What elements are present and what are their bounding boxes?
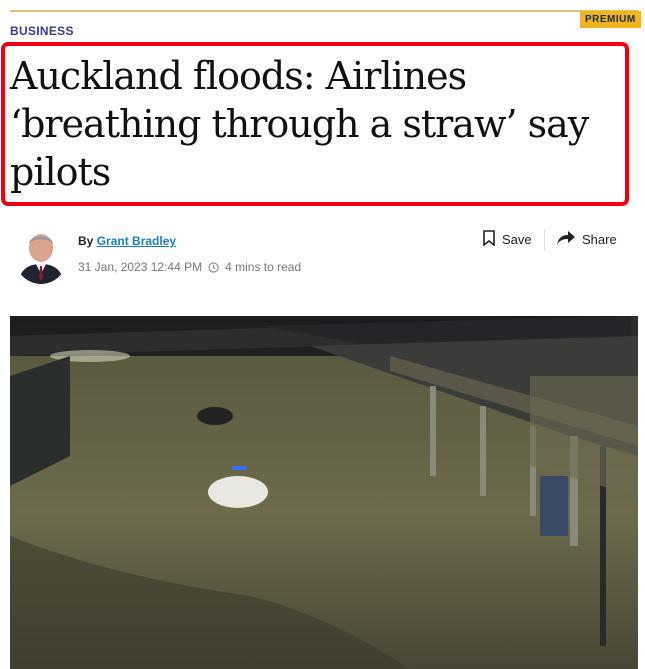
share-button[interactable]: Share — [556, 230, 617, 249]
publish-timestamp: 31 Jan, 2023 12:44 PM — [78, 260, 203, 274]
save-label: Save — [502, 232, 532, 247]
clock-icon — [208, 261, 219, 273]
action-divider — [544, 229, 545, 251]
share-arrow-icon — [556, 230, 576, 249]
article-headline: Auckland floods: Airlines ‘breathing thr… — [10, 54, 589, 194]
bookmark-icon — [482, 230, 496, 249]
byline: By Grant Bradley — [78, 234, 176, 248]
article-meta: 31 Jan, 2023 12:44 PM 4 mins to read — [78, 260, 301, 274]
top-rule — [10, 10, 638, 12]
author-avatar[interactable] — [14, 226, 68, 284]
section-label[interactable]: BUSINESS — [10, 24, 74, 38]
author-link[interactable]: Grant Bradley — [97, 234, 176, 248]
read-time: 4 mins to read — [225, 260, 302, 274]
byline-prefix: By — [78, 234, 94, 248]
premium-badge: PREMIUM — [580, 11, 641, 28]
save-button[interactable]: Save — [482, 230, 532, 249]
article-photo — [10, 316, 638, 669]
share-label: Share — [582, 232, 617, 247]
